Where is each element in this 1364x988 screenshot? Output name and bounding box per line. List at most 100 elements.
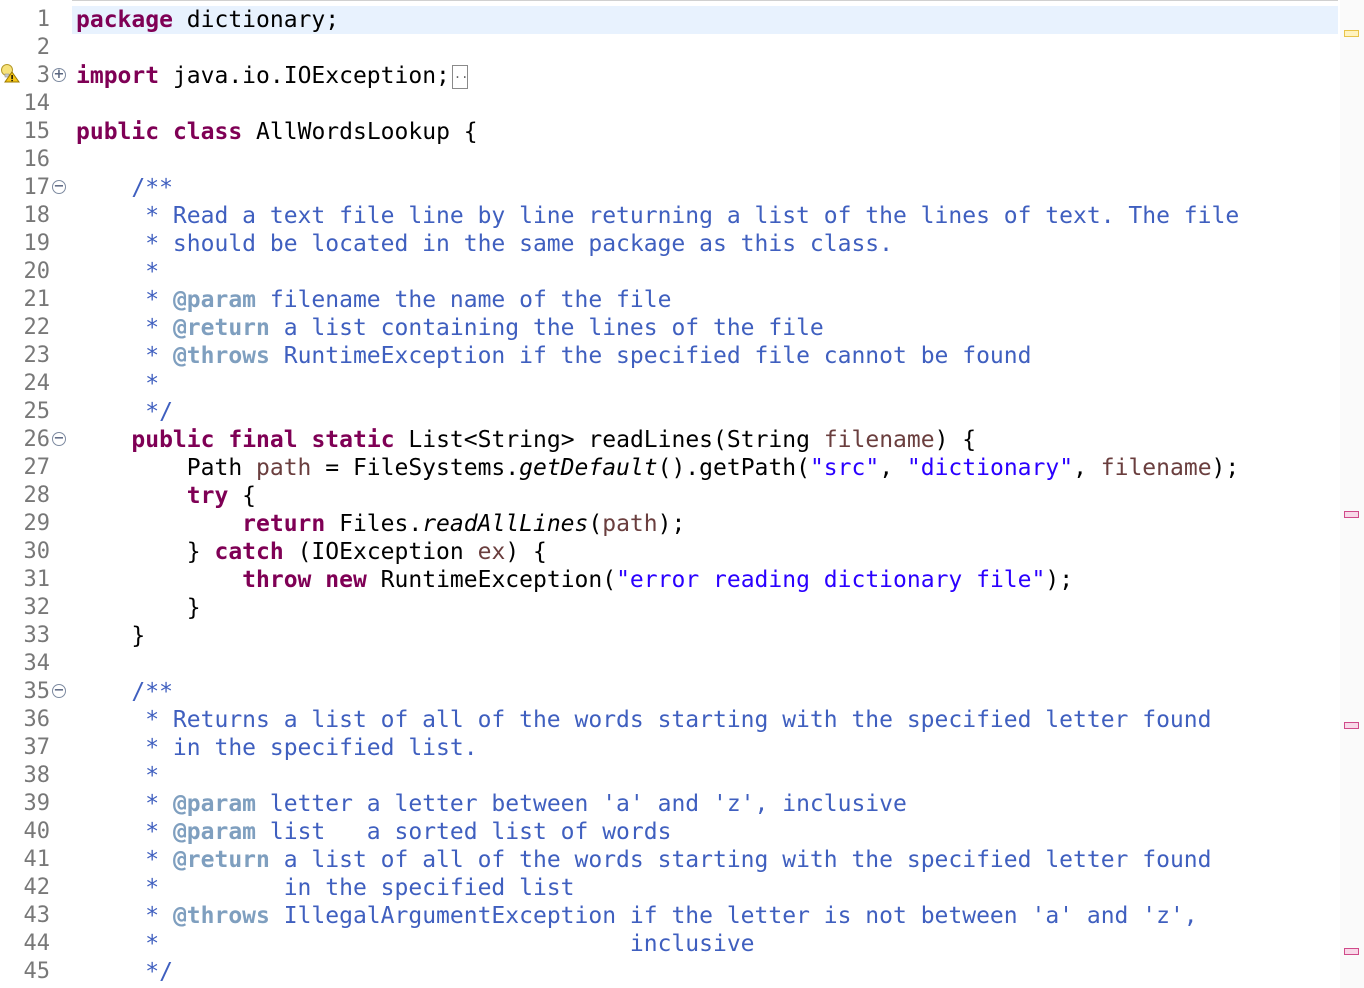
code-text: public final static List<String> readLin… xyxy=(76,426,976,454)
code-line[interactable]: 14 xyxy=(0,90,1340,118)
line-number: 22 xyxy=(23,315,51,340)
code-text: * xyxy=(76,762,159,790)
code-token: public xyxy=(131,427,215,453)
code-line[interactable]: 32 } xyxy=(0,594,1340,622)
code-line[interactable]: 36 * Returns a list of all of the words … xyxy=(0,706,1340,734)
code-line[interactable]: 15 public class AllWordsLookup { xyxy=(0,118,1340,146)
code-line[interactable]: 43 * @throws IllegalArgumentException if… xyxy=(0,902,1340,930)
code-line[interactable]: 17− /** xyxy=(0,174,1340,202)
fold-collapse-icon[interactable]: − xyxy=(52,432,66,446)
code-token: a list of all of the words starting with… xyxy=(269,847,1212,873)
warning-lightbulb-icon[interactable] xyxy=(0,63,20,83)
code-line[interactable]: 26− public final static List<String> rea… xyxy=(0,426,1340,454)
code-line[interactable]: 29 return Files.readAllLines(path); xyxy=(0,510,1340,538)
line-number: 32 xyxy=(23,595,51,620)
line-number: 30 xyxy=(23,539,51,564)
code-line[interactable]: 24 * xyxy=(0,370,1340,398)
code-token: a list containing the lines of the file xyxy=(269,315,824,341)
line-number: 1 xyxy=(36,7,50,32)
code-line[interactable]: 1 package dictionary; xyxy=(0,6,1340,34)
line-number: 42 xyxy=(23,875,51,900)
code-token: @throws xyxy=(172,343,270,369)
line-number: 28 xyxy=(23,483,51,508)
code-token: filename xyxy=(1100,455,1212,481)
code-line[interactable]: 19 * should be located in the same packa… xyxy=(0,230,1340,258)
code-line[interactable]: 23 * @throws RuntimeException if the spe… xyxy=(0,342,1340,370)
code-line[interactable]: 40 * @param list a sorted list of words xyxy=(0,818,1340,846)
code-line[interactable]: 27 Path path = FileSystems.getDefault().… xyxy=(0,454,1340,482)
code-token: } xyxy=(76,539,215,565)
overview-ruler[interactable] xyxy=(1340,0,1364,988)
code-token: { xyxy=(228,483,257,509)
code-token: list a sorted list of words xyxy=(256,819,672,845)
code-token: @throws xyxy=(172,903,270,929)
code-line[interactable]: 25 */ xyxy=(0,398,1340,426)
code-line[interactable]: 3 + import java.io.IOException; xyxy=(0,62,1340,90)
code-line[interactable]: 39 * @param letter a letter between 'a' … xyxy=(0,790,1340,818)
code-line[interactable]: 42 * in the specified list xyxy=(0,874,1340,902)
code-line[interactable]: 2 xyxy=(0,34,1340,62)
code-line[interactable]: 28 try { xyxy=(0,482,1340,510)
code-text: try { xyxy=(76,482,256,510)
code-text: * in the specified list. xyxy=(76,734,478,762)
code-token: path xyxy=(602,511,658,537)
line-number: 36 xyxy=(23,707,51,732)
code-token: try xyxy=(186,483,229,509)
line-number: 2 xyxy=(36,35,50,60)
code-token: * in the specified list. xyxy=(76,735,478,761)
fold-collapse-icon[interactable]: − xyxy=(52,180,66,194)
code-line[interactable]: 41 * @return a list of all of the words … xyxy=(0,846,1340,874)
code-token: } xyxy=(76,595,201,621)
line-number: 25 xyxy=(23,399,51,424)
line-number: 26 xyxy=(23,427,51,452)
code-line[interactable]: 45 */ xyxy=(0,958,1340,986)
code-text: Path path = FileSystems.getDefault().get… xyxy=(76,454,1239,482)
code-line[interactable]: 38 * xyxy=(0,762,1340,790)
overview-occurrence-marker[interactable] xyxy=(1344,722,1359,729)
code-token: */ xyxy=(76,959,173,985)
code-token: path xyxy=(256,455,312,481)
code-token: ) { xyxy=(505,539,547,565)
overview-warning-marker[interactable] xyxy=(1344,30,1359,37)
code-line[interactable]: 22 * @return a list containing the lines… xyxy=(0,314,1340,342)
code-token: Files. xyxy=(325,511,423,537)
code-line[interactable]: 20 * xyxy=(0,258,1340,286)
code-text: public class AllWordsLookup { xyxy=(76,118,478,146)
line-number: 39 xyxy=(23,791,51,816)
code-token: * xyxy=(76,819,173,845)
code-token: @param xyxy=(172,819,257,845)
overview-occurrence-marker[interactable] xyxy=(1344,948,1359,955)
code-token: RuntimeException( xyxy=(366,567,617,593)
code-line[interactable]: 30 } catch (IOException ex) { xyxy=(0,538,1340,566)
code-line[interactable]: 16 xyxy=(0,146,1340,174)
code-text: } xyxy=(76,594,201,622)
fold-expand-icon[interactable]: + xyxy=(52,68,66,82)
code-token: class xyxy=(172,119,243,145)
code-token: IllegalArgumentException if the letter i… xyxy=(269,903,1198,929)
code-line[interactable]: 37 * in the specified list. xyxy=(0,734,1340,762)
code-line[interactable]: 31 throw new RuntimeException("error rea… xyxy=(0,566,1340,594)
line-number: 27 xyxy=(23,455,51,480)
code-line[interactable]: 44 * inclusive xyxy=(0,930,1340,958)
code-line[interactable]: 35− /** xyxy=(0,678,1340,706)
code-text: /** xyxy=(76,678,173,706)
code-token: "src" xyxy=(809,455,880,481)
overview-occurrence-marker[interactable] xyxy=(1344,511,1359,518)
code-text: * @return a list containing the lines of… xyxy=(76,314,824,342)
code-token: letter a letter between 'a' and 'z', inc… xyxy=(256,791,907,817)
folded-code-indicator[interactable] xyxy=(451,64,468,89)
java-code-editor[interactable]: 1 package dictionary; 2 3 + import java.io.IO… xyxy=(0,0,1364,988)
code-text: import java.io.IOException; xyxy=(76,62,468,90)
line-number: 31 xyxy=(23,567,51,592)
fold-collapse-icon[interactable]: − xyxy=(52,684,66,698)
code-text: */ xyxy=(76,958,173,986)
code-line[interactable]: 34 xyxy=(0,650,1340,678)
code-token: @return xyxy=(172,315,270,341)
code-line[interactable]: 18 * Read a text file line by line retur… xyxy=(0,202,1340,230)
line-number: 18 xyxy=(23,203,51,228)
code-line[interactable]: 33 } xyxy=(0,622,1340,650)
code-line[interactable]: 21 * @param filename the name of the fil… xyxy=(0,286,1340,314)
code-token: catch xyxy=(214,539,284,565)
